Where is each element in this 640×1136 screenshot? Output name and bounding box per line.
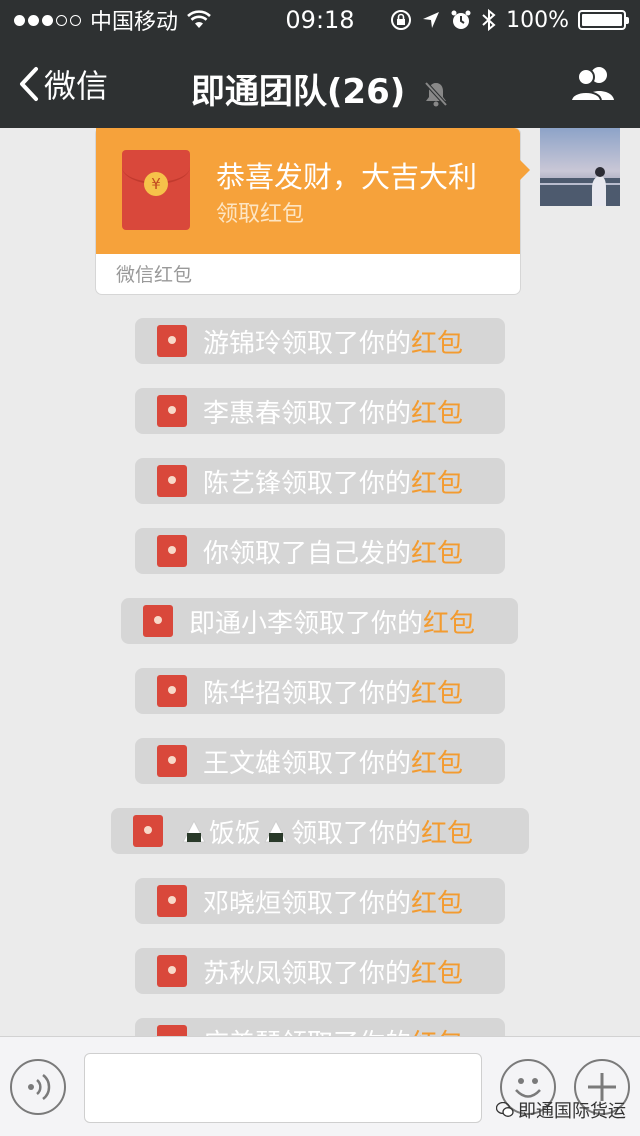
red-envelope-icon (157, 885, 187, 917)
system-message: 庄美琴领取了你的红包 (135, 1018, 505, 1036)
bluetooth-icon (482, 8, 496, 32)
message-text: 游锦玲领取了你的 (203, 328, 412, 359)
alarm-icon (451, 10, 471, 29)
red-packet-footer: 微信红包 (116, 264, 193, 286)
member-name: 饭饭 (209, 818, 262, 849)
message-text: 苏秋凤领取了你的 (203, 958, 412, 989)
system-message: 陈华招领取了你的 红包 (135, 668, 505, 714)
orientation-lock-icon (391, 10, 412, 30)
message-input[interactable] (84, 1053, 482, 1123)
red-envelope-icon (157, 395, 187, 427)
voice-button[interactable] (10, 1059, 66, 1115)
red-packet-link[interactable]: 红包 (411, 463, 463, 500)
red-packet-link[interactable]: 红包 (411, 1023, 463, 1037)
red-envelope-icon: ¥ (122, 150, 190, 230)
input-bar: 即通国际货运 (0, 1036, 640, 1136)
red-envelope-icon (157, 675, 187, 707)
red-packet-header: ¥ 恭喜发财，大吉大利 领取红包 (96, 128, 530, 254)
red-packet-link[interactable]: 红包 (411, 393, 463, 430)
system-message: 饭饭 领取了你的 红包 (111, 808, 529, 854)
red-envelope-icon (157, 1025, 187, 1036)
rice-ball-emoji-icon (179, 816, 209, 846)
red-packet-link[interactable]: 红包 (411, 673, 463, 710)
status-indicators: 100% (390, 6, 629, 34)
message-text: 陈艺锋领取了你的 (203, 468, 412, 499)
red-packet-message[interactable]: ¥ 恭喜发财，大吉大利 领取红包 微信红包 (96, 128, 530, 294)
group-name: 即通团队(26) (190, 72, 406, 112)
system-message: 即通小李领取了你的 红包 (121, 598, 518, 644)
red-envelope-icon (157, 325, 187, 357)
red-packet-link[interactable]: 红包 (421, 813, 473, 850)
system-message: 王文雄领取了你的 红包 (135, 738, 505, 784)
message-text: 邓晓烜领取了你的 (203, 888, 412, 919)
message-text: 领取了你的 (291, 818, 422, 849)
message-text: 你领取了自己发的 (203, 538, 412, 569)
message-text: 即通小李领取了你的 (189, 608, 424, 639)
message-text: 庄美琴领取了你的 (203, 1023, 411, 1037)
battery-level (582, 14, 622, 26)
red-packet-link[interactable]: 红包 (411, 883, 463, 920)
wechat-logo-icon (496, 1102, 514, 1117)
chat-title: 即通团队(26) (0, 64, 640, 113)
status-bar: 中国移动 09:18 100% (0, 0, 640, 40)
yuan-coin-icon: ¥ (144, 172, 168, 196)
battery-icon (578, 10, 629, 30)
red-packet-link[interactable]: 红包 (411, 743, 463, 780)
red-envelope-icon (143, 605, 173, 637)
red-packet-greeting: 恭喜发财，大吉大利 (216, 160, 478, 194)
nav-bar: 微信 即通团队(26) (0, 40, 640, 128)
voice-wave-icon (28, 1074, 51, 1100)
system-message: 李惠春领取了你的 红包 (135, 388, 505, 434)
red-envelope-icon (157, 745, 187, 777)
message-text: 陈华招领取了你的 (203, 678, 412, 709)
location-arrow-icon (423, 12, 440, 28)
message-text: 王文雄领取了你的 (203, 748, 412, 779)
system-message: 陈艺锋领取了你的 红包 (135, 458, 505, 504)
system-message: 你领取了自己发的 红包 (135, 528, 505, 574)
red-packet-action: 领取红包 (216, 202, 305, 227)
red-packet-link[interactable]: 红包 (411, 533, 463, 570)
rice-ball-emoji-icon (261, 816, 291, 846)
red-envelope-icon (157, 535, 187, 567)
battery-percent: 100% (506, 7, 569, 33)
watermark-text: 即通国际货运 (518, 1101, 626, 1122)
group-members-icon[interactable] (568, 64, 618, 104)
red-envelope-icon (157, 955, 187, 987)
red-envelope-icon (133, 815, 163, 847)
avatar[interactable] (540, 128, 620, 206)
watermark: 即通国际货运 (496, 1097, 626, 1123)
red-packet-link[interactable]: 红包 (411, 323, 463, 360)
red-packet-link[interactable]: 红包 (411, 953, 463, 990)
system-message: 游锦玲领取了你的 红包 (135, 318, 505, 364)
mute-bell-icon (424, 81, 448, 106)
avatar-photo (540, 128, 620, 206)
bubble-tail (520, 160, 530, 180)
system-message: 邓晓烜领取了你的 红包 (135, 878, 505, 924)
system-message: 苏秋凤领取了你的 红包 (135, 948, 505, 994)
message-text: 李惠春领取了你的 (203, 398, 412, 429)
chat-area[interactable]: ¥ 恭喜发财，大吉大利 领取红包 微信红包 游锦玲领取了你的 红包 李惠春领取了你的… (0, 128, 640, 1036)
red-envelope-icon (157, 465, 187, 497)
red-packet-link[interactable]: 红包 (423, 603, 475, 640)
